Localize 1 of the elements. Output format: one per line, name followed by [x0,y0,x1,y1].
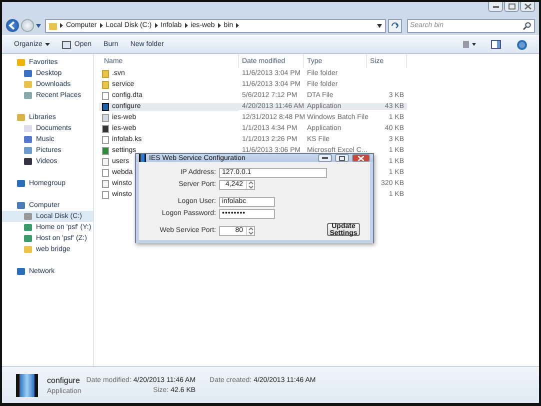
file-name: configure [47,376,81,384]
